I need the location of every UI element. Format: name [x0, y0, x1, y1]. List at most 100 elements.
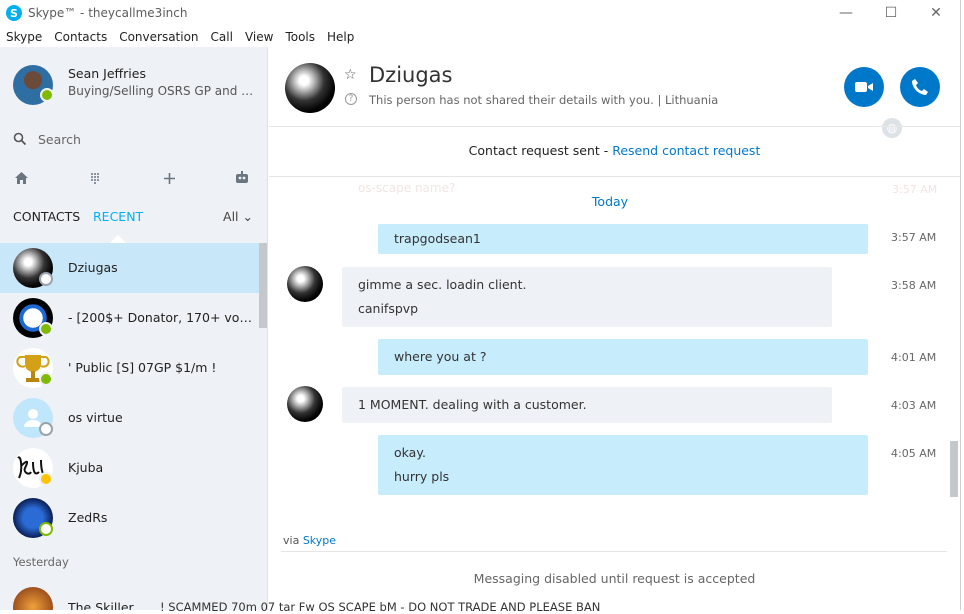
contact-list-scrollbar[interactable]	[259, 243, 267, 328]
window-title: Skype™ - theycallme3inch	[28, 6, 188, 20]
avatar	[13, 587, 53, 610]
divider	[281, 551, 947, 552]
message-timestamp: 4:05 AM	[891, 447, 937, 460]
window-edge	[960, 0, 964, 610]
message-text: hurry pls	[394, 469, 450, 484]
home-icon	[14, 172, 28, 184]
divider	[269, 126, 960, 127]
conversation-pane: ☆ Dziugas ? This person has not shared t…	[269, 47, 960, 610]
recent-list: Dziugas - [200$+ Donator, 170+ vou... ' …	[0, 243, 260, 543]
menu-tools[interactable]: Tools	[279, 30, 321, 44]
contact-item-public[interactable]: ' Public [S] 07GP $1/m !	[0, 343, 260, 393]
menu-contacts[interactable]: Contacts	[48, 30, 113, 44]
video-call-button[interactable]	[844, 67, 884, 107]
message-text: 1 MOMENT. dealing with a customer.	[358, 397, 587, 412]
title-bar: S Skype™ - theycallme3inch — ☐ ✕	[0, 0, 964, 26]
contact-item-dziugas[interactable]: Dziugas	[0, 243, 260, 293]
contact-request-banner: Contact request sent - Resend contact re…	[269, 143, 960, 158]
dialpad-button[interactable]	[83, 167, 107, 189]
message-text: canifspvp	[358, 301, 419, 316]
menu-view[interactable]: View	[239, 30, 279, 44]
search-icon	[13, 132, 27, 146]
conversation-info: This person has not shared their details…	[369, 93, 719, 107]
bots-button[interactable]	[230, 167, 254, 189]
my-mood-message[interactable]: Buying/Selling OSRS GP and OS-...	[68, 84, 258, 98]
menu-conversation[interactable]: Conversation	[113, 30, 204, 44]
background-window-text: ! SCAMMED 70m 07 tar Fw OS SCAPE bM - DO…	[160, 600, 601, 614]
filter-label: All	[223, 209, 239, 224]
presence-online-icon	[39, 372, 53, 386]
conversation-title: Dziugas	[369, 63, 453, 87]
sender-avatar[interactable]	[287, 266, 323, 302]
divider	[269, 176, 960, 177]
skype-window: S Skype™ - theycallme3inch — ☐ ✕ Skype C…	[0, 0, 964, 614]
filter-dropdown[interactable]: All ⌄	[223, 209, 253, 224]
tab-contacts[interactable]: CONTACTS	[13, 209, 80, 224]
close-button[interactable]: ✕	[913, 0, 959, 26]
globe-icon: ◍	[882, 118, 902, 138]
request-status-text: Contact request sent -	[468, 143, 613, 158]
contact-name: ZedRs	[68, 510, 108, 525]
sender-avatar[interactable]	[287, 386, 323, 422]
conversation-scrollbar[interactable]	[950, 441, 958, 497]
contact-name: Dziugas	[68, 260, 118, 275]
message-text: where you at ?	[394, 349, 487, 364]
menu-skype[interactable]: Skype	[0, 30, 48, 44]
menu-bar: Skype Contacts Conversation Call View To…	[0, 27, 360, 47]
menu-help[interactable]: Help	[321, 30, 360, 44]
maximize-button[interactable]: ☐	[868, 0, 914, 26]
contact-name: os virtue	[68, 410, 123, 425]
message-bubble-incoming[interactable]: gimme a sec. loadin client. canifspvp	[342, 267, 832, 327]
contact-name: Kjuba	[68, 460, 104, 475]
contact-name: - [200$+ Donator, 170+ vou...	[68, 310, 253, 325]
dialpad-icon	[91, 173, 99, 184]
quick-actions	[0, 167, 267, 189]
message-bubble-incoming[interactable]: 1 MOMENT. dealing with a customer.	[342, 387, 832, 423]
my-presence-icon	[40, 88, 54, 102]
search-label: Search	[38, 131, 81, 147]
message-bubble-outgoing[interactable]: okay. hurry pls	[378, 435, 868, 495]
via-skype-link[interactable]: Skype	[303, 534, 336, 547]
conversation-avatar[interactable]	[285, 63, 335, 113]
contact-item-donator[interactable]: - [200$+ Donator, 170+ vou...	[0, 293, 260, 343]
messaging-disabled-notice: Messaging disabled until request is acce…	[473, 571, 756, 586]
search-box[interactable]: Search	[13, 129, 81, 149]
message-text: gimme a sec. loadin client.	[358, 277, 527, 292]
presence-online-icon	[39, 322, 53, 336]
chevron-down-icon: ⌄	[242, 209, 253, 224]
presence-away-icon	[39, 472, 53, 486]
my-name[interactable]: Sean Jeffries	[68, 66, 146, 81]
message-timestamp: 4:01 AM	[891, 351, 937, 364]
minimize-button[interactable]: —	[823, 0, 869, 26]
message-timestamp: 3:57 AM	[891, 231, 937, 244]
day-separator: Today	[591, 194, 629, 209]
tab-recent[interactable]: RECENT	[93, 209, 143, 224]
add-contact-button[interactable]	[157, 167, 181, 189]
menu-call[interactable]: Call	[205, 30, 239, 44]
message-text: okay.	[394, 445, 426, 460]
home-button[interactable]	[9, 167, 33, 189]
contact-item-kjuba[interactable]: Kjuba	[0, 443, 260, 493]
message-text: trapgodsean1	[394, 231, 481, 246]
plus-icon	[163, 172, 175, 184]
audio-call-button[interactable]	[900, 67, 940, 107]
faded-message: os-scape name?	[358, 181, 456, 195]
list-filter-row: CONTACTS RECENT All ⌄	[0, 209, 267, 229]
via-label: via Skype	[283, 534, 336, 547]
message-bubble-outgoing[interactable]: where you at ?	[378, 339, 868, 375]
video-camera-icon	[855, 82, 873, 92]
message-timestamp: 4:03 AM	[891, 399, 937, 412]
robot-icon	[236, 171, 248, 183]
presence-unknown-icon	[39, 272, 53, 286]
resend-request-link[interactable]: Resend contact request	[612, 143, 760, 158]
message-timestamp: 3:58 AM	[891, 279, 937, 292]
contact-item-os-virtue[interactable]: os virtue	[0, 393, 260, 443]
star-icon[interactable]: ☆	[344, 67, 357, 83]
contact-item-zedrs[interactable]: ZedRs	[0, 493, 260, 543]
message-bubble-outgoing[interactable]: trapgodsean1	[378, 224, 868, 254]
skype-logo-icon: S	[6, 5, 22, 21]
contact-name: The Skiller	[68, 600, 134, 610]
presence-offline-icon	[39, 522, 53, 536]
contact-name: ' Public [S] 07GP $1/m !	[68, 360, 217, 375]
section-yesterday: Yesterday	[13, 555, 69, 569]
